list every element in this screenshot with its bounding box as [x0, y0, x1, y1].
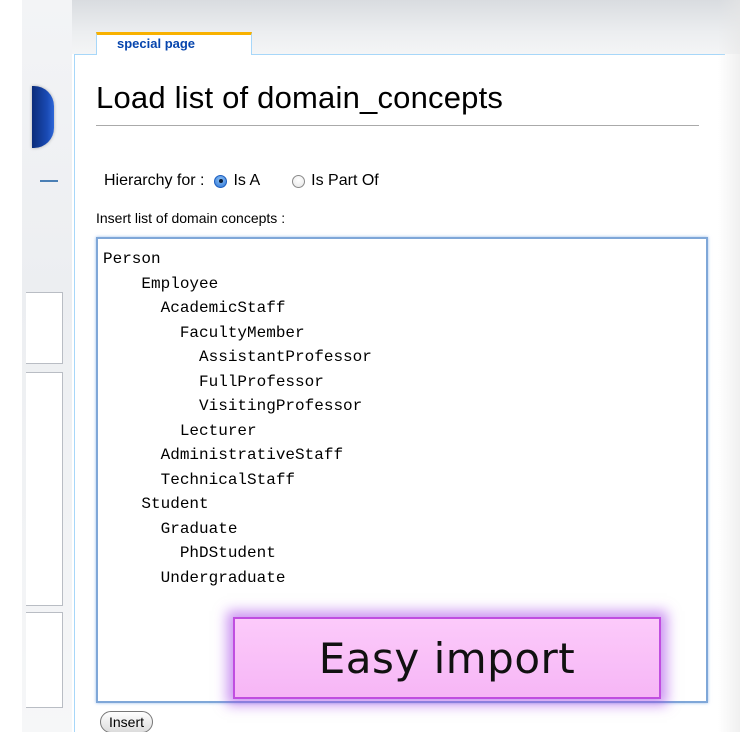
callout-text: Easy import: [318, 633, 576, 683]
hierarchy-selector: Hierarchy for : Is A Is Part Of: [104, 172, 379, 190]
tab-special-page[interactable]: special page: [96, 32, 252, 55]
title-underline: [96, 125, 699, 126]
insert-button[interactable]: Insert: [100, 711, 154, 732]
radio-label-is-part-of[interactable]: Is Part Of: [311, 172, 379, 190]
tab-special-page-label: special page: [117, 36, 196, 51]
radio-label-is-a[interactable]: Is A: [233, 172, 260, 190]
concepts-label: Insert list of domain concepts :: [96, 210, 286, 226]
hierarchy-label: Hierarchy for :: [104, 172, 205, 189]
wiki-logo[interactable]: [32, 86, 54, 148]
screenshot-frame: special page Load list of domain_concept…: [0, 0, 740, 732]
radio-unchecked-icon[interactable]: [292, 174, 306, 188]
sidebar-divider: [40, 180, 58, 182]
sidebar-panel-toolbox: [26, 372, 63, 606]
easy-import-callout: Easy import: [233, 617, 661, 699]
sidebar-panel-search: [26, 612, 63, 708]
page-title: Load list of domain_concepts: [96, 80, 504, 115]
radio-checked-icon[interactable]: [214, 174, 228, 188]
edge-shade: [718, 0, 740, 732]
sidebar-panel-navigation: [26, 292, 63, 364]
